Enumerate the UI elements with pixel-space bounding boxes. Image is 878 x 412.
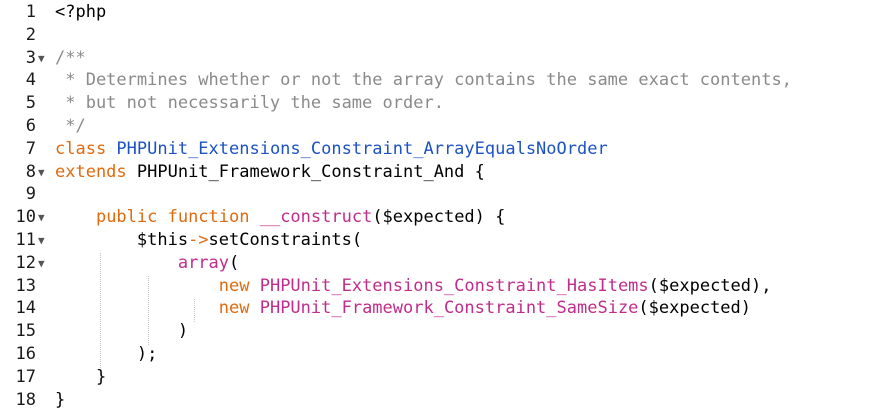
code-line[interactable]: 8 ▼ extends PHPUnit_Framework_Constraint_A… xyxy=(0,161,878,184)
code-line[interactable]: 7 class PHPUnit_Extensions_Constraint_Arr… xyxy=(0,138,878,161)
code-token: new xyxy=(218,298,260,319)
code-line[interactable]: 1 <?php xyxy=(0,1,878,24)
code-token: PHPUnit_Framework_Constraint_SameSize xyxy=(259,298,639,319)
code-token: ($expected) xyxy=(638,298,752,319)
fold-toggle-icon[interactable]: ▼ xyxy=(38,47,45,70)
line-number: 9 xyxy=(25,184,36,205)
code-token: } xyxy=(55,389,66,410)
line-number: 10 xyxy=(15,207,36,228)
code-token: <?php xyxy=(55,2,107,22)
code-line[interactable]: 5 * but not necessarily the same order. xyxy=(0,92,878,115)
line-number: 13 xyxy=(15,275,36,296)
fold-toggle-icon[interactable]: ▼ xyxy=(38,252,45,275)
line-number: 12 xyxy=(15,252,36,273)
line-code: * Determines whether or not the array co… xyxy=(55,69,792,92)
line-code: extends PHPUnit_Framework_Constraint_And… xyxy=(55,161,485,184)
line-code: array( xyxy=(55,252,239,275)
line-code: */ xyxy=(55,115,86,138)
line-number: 14 xyxy=(15,298,36,319)
code-token: ( xyxy=(229,252,240,273)
code-token: public function xyxy=(95,207,260,228)
line-number: 18 xyxy=(15,389,36,410)
code-token: } xyxy=(55,366,107,387)
fold-toggle-icon[interactable]: ▼ xyxy=(38,229,45,252)
code-token: array xyxy=(177,252,230,273)
line-number: 17 xyxy=(15,366,36,387)
code-editor[interactable]: 1 <?php 2 3 ▼/** 4 * Determines whether or no… xyxy=(0,0,878,412)
code-line[interactable]: 12 ▼ array( xyxy=(0,252,878,275)
line-code: $this->setConstraints( xyxy=(55,229,362,252)
code-line[interactable]: 15 ) xyxy=(0,320,878,343)
code-token: * Determines whether or not the array co… xyxy=(55,70,792,91)
code-token: -> xyxy=(188,230,209,250)
line-number: 2 xyxy=(25,24,36,45)
line-code: class PHPUnit_Extensions_Constraint_Arra… xyxy=(55,138,608,161)
code-token: ($expected), xyxy=(648,275,772,296)
line-number: 5 xyxy=(25,93,36,114)
line-code: * but not necessarily the same order. xyxy=(55,92,444,115)
line-code: ); xyxy=(55,343,157,366)
code-line[interactable]: 9 xyxy=(0,183,878,206)
line-code: <?php xyxy=(55,1,106,24)
line-number: 7 xyxy=(25,138,36,159)
line-number: 3 xyxy=(25,47,36,68)
line-number: 4 xyxy=(25,70,36,91)
code-line[interactable]: 17 } xyxy=(0,366,878,389)
code-line[interactable]: 10 ▼ public function __construct($expecte… xyxy=(0,206,878,229)
line-number: 16 xyxy=(15,344,36,364)
code-token: setConstraints( xyxy=(208,230,363,250)
line-code: public function __construct($expected) { xyxy=(55,206,505,229)
code-token: * but not necessarily the same order. xyxy=(55,93,444,114)
line-code: new PHPUnit_Extensions_Constraint_HasIte… xyxy=(55,275,772,298)
line-code: ) xyxy=(55,320,188,343)
code-token: PHPUnit_Extensions_Constraint_ArrayEqual… xyxy=(116,138,608,159)
line-code: } xyxy=(55,366,106,389)
code-line[interactable]: 11 ▼ $this->setConstraints( xyxy=(0,229,878,252)
line-code: } xyxy=(55,389,65,412)
line-number: 11 xyxy=(15,230,36,250)
line-number: 1 xyxy=(25,2,36,22)
line-number: 8 xyxy=(25,161,36,182)
line-number: 15 xyxy=(15,321,36,342)
code-line[interactable]: 3 ▼ /** xyxy=(0,47,878,70)
code-token: ($expected) { xyxy=(372,207,506,228)
code-token: PHPUnit_Extensions_Constraint_HasItems xyxy=(259,275,649,296)
code-token: */ xyxy=(55,116,86,136)
code-token: ) xyxy=(55,321,189,342)
fold-toggle-icon[interactable]: ▼ xyxy=(38,206,45,229)
line-number: 6 xyxy=(25,116,36,136)
code-token: PHPUnit_Framework_Constraint_And { xyxy=(136,161,485,182)
fold-toggle-icon[interactable]: ▼ xyxy=(38,161,45,184)
code-token: class xyxy=(55,138,117,159)
code-line[interactable]: 13 new PHPUnit_Extensions_Constraint_Has… xyxy=(0,275,878,298)
code-line[interactable]: 18} xyxy=(0,389,878,412)
line-code: /** xyxy=(55,47,86,70)
code-token: __construct xyxy=(259,207,373,228)
code-token: $this xyxy=(55,230,189,250)
code-line[interactable]: 4 * Determines whether or not the array … xyxy=(0,69,878,92)
code-token: ); xyxy=(55,344,158,364)
code-line[interactable]: 16 ); xyxy=(0,343,878,366)
code-token: new xyxy=(218,275,260,296)
line-code: new PHPUnit_Framework_Constraint_SameSiz… xyxy=(55,297,751,320)
code-line[interactable]: 2 xyxy=(0,24,878,47)
code-line[interactable]: 14 new PHPUnit_Framework_Constraint_Same… xyxy=(0,297,878,320)
code-token: extends xyxy=(55,161,137,182)
code-token: /** xyxy=(55,47,86,68)
code-line[interactable]: 6 */ xyxy=(0,115,878,138)
